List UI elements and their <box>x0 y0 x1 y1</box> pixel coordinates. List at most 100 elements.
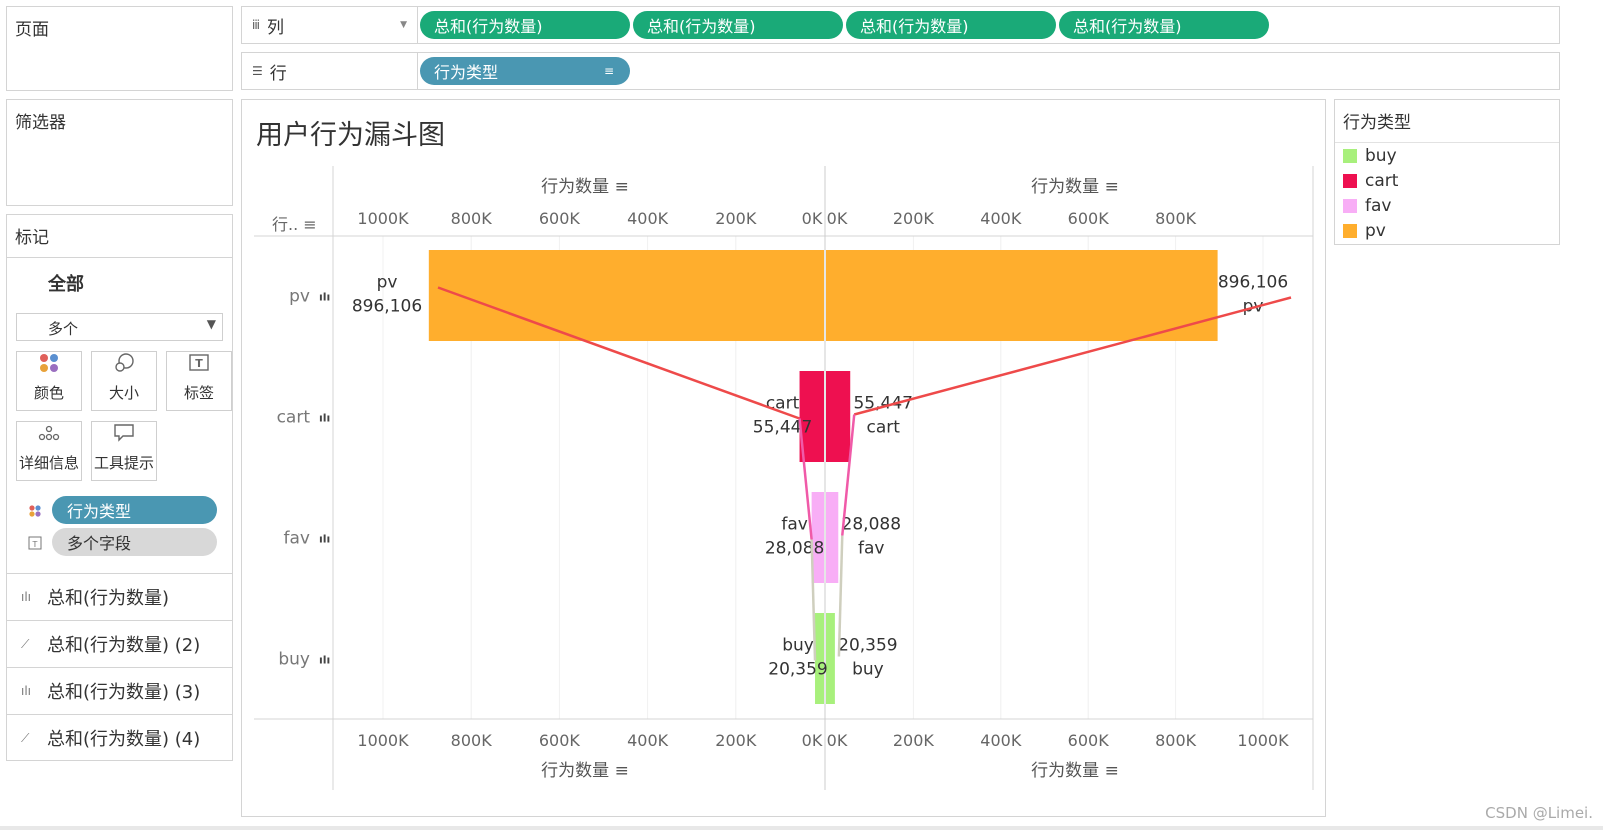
legend-item-fav[interactable]: fav <box>1343 196 1391 216</box>
filters-panel[interactable]: 筛选器 <box>6 99 233 206</box>
rows-label: 行 <box>269 63 287 84</box>
legend-item-label: cart <box>1365 171 1399 191</box>
sheet-tabs-strip <box>0 826 1603 830</box>
detail-button[interactable]: 详细信息 <box>16 421 82 481</box>
row-pill[interactable]: 行为类型 ≡ <box>420 57 630 85</box>
axis-title: 行为数量 ≡ <box>541 177 629 197</box>
columns-shelf[interactable]: iii 列 ▼ 总和(行为数量) 总和(行为数量) 总和(行为数量) 总和(行为… <box>241 6 1560 44</box>
tick-label: 0K <box>802 209 823 228</box>
line-chart-icon: ⟋ <box>21 730 30 745</box>
legend-item-cart[interactable]: cart <box>1343 171 1398 191</box>
row-label: pv <box>289 287 310 307</box>
tick-label: 0K <box>827 731 848 750</box>
row-label: buy <box>278 650 310 670</box>
chart-title: 用户行为漏斗图 <box>256 120 445 151</box>
bar-chart-icon: ılı <box>21 590 32 604</box>
filters-title: 筛选器 <box>15 113 66 133</box>
tick-label: 0K <box>827 209 848 228</box>
axis-title: 行为数量 ≡ <box>541 761 629 781</box>
tooltip-button[interactable]: 工具提示 <box>91 421 157 481</box>
tick-label: 600K <box>539 731 581 750</box>
tick-label: 1000K <box>357 731 409 750</box>
label-field-icon: T <box>28 535 42 554</box>
view-panel: 用户行为漏斗图 行为数量 ≡ 行为数量 ≡ 行为数量 ≡ 行为数量 ≡ 行.. ≡ 100… <box>241 99 1326 817</box>
svg-text:T: T <box>32 540 38 549</box>
data-label-value: 28,088 <box>842 515 901 535</box>
data-label-value: 55,447 <box>753 418 812 438</box>
data-label-category: buy <box>782 636 814 656</box>
data-label-value: 20,359 <box>838 636 897 656</box>
data-label-category: cart <box>867 418 901 438</box>
bar-chart-icon: ılı <box>319 412 330 425</box>
legend-swatch <box>1343 149 1357 163</box>
tick-label: 200K <box>715 731 757 750</box>
sort-icon[interactable]: ≡ <box>604 64 614 78</box>
color-button-label: 颜色 <box>33 384 64 402</box>
columns-label: 列 <box>267 17 285 38</box>
column-pill-3[interactable]: 总和(行为数量) <box>846 11 1056 39</box>
mark-type-value: 多个 <box>48 320 79 338</box>
tick-label: 1000K <box>1237 731 1289 750</box>
legend-swatch <box>1343 199 1357 213</box>
pages-panel: 页面 <box>6 6 233 91</box>
columns-icon: iii <box>252 18 260 32</box>
rows-shelf[interactable]: ☰ 行 行为类型 ≡ <box>241 52 1560 90</box>
tick-label: 200K <box>893 731 935 750</box>
chevron-down-icon[interactable]: ▼ <box>400 20 407 30</box>
legend-title: 行为类型 <box>1343 113 1411 133</box>
tick-label: 400K <box>627 731 669 750</box>
bar-chart-icon: ılı <box>319 291 330 304</box>
color-icon <box>17 352 81 382</box>
row-pill-label: 行为类型 <box>434 63 499 82</box>
column-pill-2[interactable]: 总和(行为数量) <box>633 11 843 39</box>
measure-tab-2[interactable]: ⟋ 总和(行为数量) (2) <box>7 620 232 667</box>
color-field-pill[interactable]: 行为类型 <box>52 496 217 524</box>
marks-all-tab[interactable]: 全部 <box>7 257 232 305</box>
axis-title: 行为数量 ≡ <box>1031 761 1119 781</box>
data-label-category: cart <box>766 394 800 414</box>
row-label: fav <box>284 529 310 549</box>
label-button[interactable]: T 标签 <box>166 351 232 411</box>
size-button[interactable]: 大小 <box>91 351 157 411</box>
tick-label: 400K <box>627 209 669 228</box>
detail-icon <box>17 422 81 452</box>
label-field-pill[interactable]: 多个字段 <box>52 528 217 556</box>
column-pill-1[interactable]: 总和(行为数量) <box>420 11 630 39</box>
row-label: cart <box>277 408 311 428</box>
pages-title: 页面 <box>15 20 49 40</box>
legend-item-label: fav <box>1365 196 1392 216</box>
columns-shelf-label: iii 列 ▼ <box>242 7 418 43</box>
axis-title: 行为数量 ≡ <box>1031 177 1119 197</box>
measure-tab-3[interactable]: ılı 总和(行为数量) (3) <box>7 667 232 714</box>
rows-shelf-label: ☰ 行 <box>242 53 418 89</box>
data-label-category: buy <box>852 660 884 680</box>
legend-item-buy[interactable]: buy <box>1343 146 1397 166</box>
legend-item-pv[interactable]: pv <box>1343 221 1386 241</box>
legend-panel: 行为类型 buy cart fav pv <box>1334 99 1560 245</box>
label-button-label: 标签 <box>183 384 214 402</box>
row-header: 行.. ≡ <box>272 215 317 234</box>
funnel-bar-left <box>815 613 824 704</box>
measure-tab-1[interactable]: ılı 总和(行为数量) <box>7 573 232 620</box>
funnel-chart[interactable]: 用户行为漏斗图 行为数量 ≡ 行为数量 ≡ 行为数量 ≡ 行为数量 ≡ 行.. ≡ 100… <box>242 100 1325 816</box>
tick-label: 600K <box>539 209 581 228</box>
data-label-category: pv <box>377 273 398 293</box>
mark-type-select[interactable]: 多个 ▼ <box>16 313 223 341</box>
chevron-down-icon: ▼ <box>206 317 216 331</box>
line-chart-icon: ⟋ <box>21 636 30 651</box>
size-button-label: 大小 <box>108 384 139 402</box>
data-label-category: fav <box>781 515 807 535</box>
measure-tab-1-label: 总和(行为数量) <box>47 588 170 609</box>
measure-tab-3-label: 总和(行为数量) (3) <box>47 682 201 703</box>
funnel-bar-right <box>826 371 851 462</box>
data-label-value: 896,106 <box>1218 273 1288 293</box>
measure-tab-4[interactable]: ⟋ 总和(行为数量) (4) <box>7 714 232 761</box>
tooltip-button-label: 工具提示 <box>93 454 154 472</box>
column-pill-4[interactable]: 总和(行为数量) <box>1059 11 1269 39</box>
tick-label: 800K <box>1155 209 1197 228</box>
data-label-category: fav <box>858 539 884 559</box>
data-label-value: 55,447 <box>853 394 912 414</box>
color-button[interactable]: 颜色 <box>16 351 82 411</box>
bar-chart-icon: ılı <box>319 533 330 546</box>
legend-item-label: pv <box>1365 221 1386 241</box>
